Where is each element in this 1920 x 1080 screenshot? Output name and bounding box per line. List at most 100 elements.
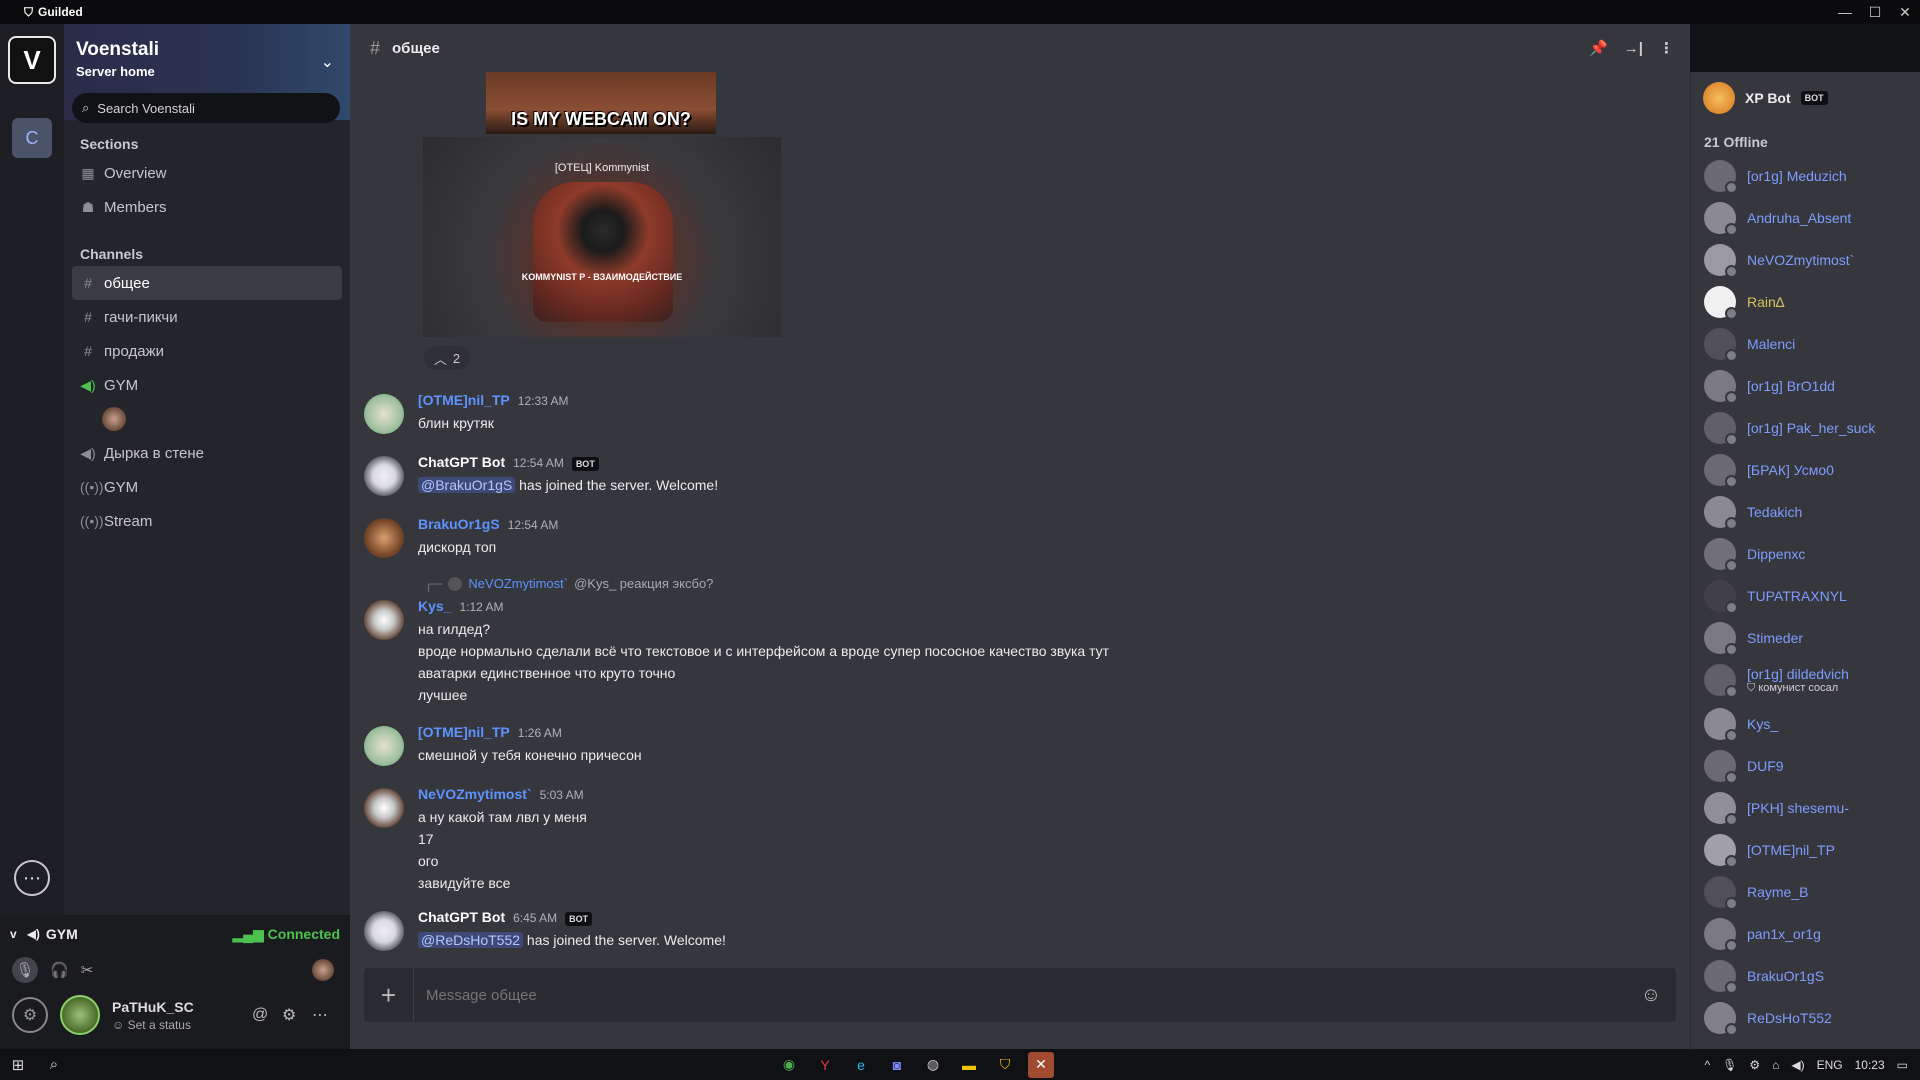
member-row[interactable]: [or1g] Meduzich <box>1704 160 1847 194</box>
network-icon[interactable]: ⌂ <box>1772 1058 1779 1072</box>
steam-icon[interactable]: ◍ <box>920 1052 946 1078</box>
member-row[interactable]: [or1g] Pak_her_suck <box>1704 412 1875 446</box>
game-screenshot[interactable]: [ОТЕЦ] Kommynist KOMMYNIST Р - ВЗАИМОДЕЙ… <box>423 137 781 337</box>
user-avatar[interactable] <box>60 995 100 1035</box>
guilded-icon[interactable]: ⛉ <box>992 1052 1018 1078</box>
reply-author[interactable]: NeVOZmytimost` <box>468 576 568 591</box>
member-row[interactable]: [or1g] dildedvich ⛉ комунист сосал <box>1704 664 1849 698</box>
message-input[interactable] <box>414 968 1626 1022</box>
member-row[interactable]: BrakuOr1gS <box>1704 960 1824 994</box>
language-indicator[interactable]: ENG <box>1817 1058 1843 1072</box>
system-tray: ^ 🎙 ⚙ ⌂ ◀) ENG 10:23 ▭ <box>1704 1049 1908 1080</box>
more-icon[interactable]: ⋯ <box>312 1005 328 1025</box>
windows-start-icon[interactable]: ⊞ <box>0 1056 36 1074</box>
message-author[interactable]: ChatGPT Bot <box>418 909 505 925</box>
screen-share-icon[interactable]: ✂ <box>81 961 94 979</box>
voice-channel-gym[interactable]: ◀) GYM <box>72 368 342 402</box>
message-time: 12:54 AM <box>513 456 564 470</box>
channel-gachi[interactable]: # гачи-пикчи <box>72 300 342 334</box>
collapse-panel-icon[interactable]: →| <box>1624 40 1643 57</box>
member-row[interactable]: [БРАК] Усмо0 <box>1704 454 1834 488</box>
chat-bubble-icon[interactable]: ⋯ <box>14 860 50 896</box>
volume-icon[interactable]: ◀) <box>1791 1058 1804 1072</box>
gear-icon[interactable]: ⚙ <box>282 1005 296 1025</box>
member-row[interactable]: pan1x_or1g <box>1704 918 1821 952</box>
chevron-down-icon[interactable]: v <box>10 927 17 941</box>
channel-prodazhi[interactable]: # продажи <box>72 334 342 368</box>
discord-icon[interactable]: ◙ <box>884 1052 910 1078</box>
voice-user[interactable] <box>102 402 350 436</box>
message-author[interactable]: ChatGPT Bot <box>418 454 505 470</box>
add-attachment-button[interactable]: + <box>364 968 414 1022</box>
message-author[interactable]: [OTME]nil_TP <box>418 724 510 740</box>
mic-icon[interactable]: 🎙 <box>1722 1058 1737 1072</box>
yandex-icon[interactable]: Y <box>812 1052 838 1078</box>
member-row[interactable]: Malenci <box>1704 328 1795 362</box>
message-author[interactable]: NeVOZmytimost` <box>418 786 532 802</box>
server-search[interactable]: ⌕ Search Voenstali <box>72 93 340 123</box>
member-row[interactable]: [OTME]nil_TP <box>1704 834 1835 868</box>
message-author[interactable]: [OTME]nil_TP <box>418 392 510 408</box>
message-author[interactable]: BrakuOr1gS <box>418 516 500 532</box>
app-icon[interactable]: ✕ <box>1028 1051 1054 1078</box>
member-row[interactable]: Dippenxc <box>1704 538 1805 572</box>
close-button[interactable]: ✕ <box>1890 0 1920 24</box>
emoji-icon[interactable]: ☺ <box>1626 984 1676 1007</box>
headphones-icon[interactable]: 🎧 <box>50 961 69 979</box>
set-status-link[interactable]: ☺ Set a status <box>112 1018 194 1032</box>
member-row[interactable]: DUF9 <box>1704 750 1784 784</box>
member-row[interactable]: Kys_ <box>1704 708 1778 742</box>
voice-channel-dyrka[interactable]: ◀) Дырка в стене <box>72 436 342 470</box>
server-icon-c[interactable]: C <box>12 118 52 158</box>
member-row[interactable]: NeVOZmytimost` <box>1704 244 1854 278</box>
stream-channel-stream[interactable]: ((•)) Stream <box>72 504 342 538</box>
pin-icon[interactable]: 📌 <box>1589 39 1608 57</box>
minimize-button[interactable]: — <box>1830 0 1860 24</box>
sidebar-item-overview[interactable]: ▦ Overview <box>72 156 342 190</box>
reply-text: @Kys_ реакция эксбо? <box>574 576 714 591</box>
mute-mic-icon[interactable]: 🎙 <box>12 957 38 983</box>
avatar[interactable] <box>364 911 404 951</box>
meme-image[interactable]: IS MY WEBCAM ON? <box>486 72 716 134</box>
edge-icon[interactable]: e <box>848 1052 874 1078</box>
member-row[interactable]: [PKH] shesemu- <box>1704 792 1849 826</box>
avatar[interactable] <box>364 394 404 434</box>
search-icon[interactable]: ⌕ <box>36 1056 72 1073</box>
user-mention[interactable]: @ReDsHoT552 <box>418 932 524 948</box>
clock[interactable]: 10:23 <box>1855 1058 1885 1072</box>
folder-icon[interactable]: ▬ <box>956 1052 982 1078</box>
notification-icon[interactable]: ▭ <box>1897 1058 1908 1072</box>
chrome-icon[interactable]: ◉ <box>776 1052 802 1078</box>
settings-gear-icon[interactable]: ⚙ <box>12 997 48 1033</box>
member-xp-bot[interactable]: XP Bot BOT <box>1703 82 1828 114</box>
member-row[interactable]: Stimeder <box>1704 622 1803 656</box>
member-row[interactable]: Tedakich <box>1704 496 1802 530</box>
chevron-up-icon[interactable]: ^ <box>1704 1058 1710 1072</box>
server-name: Voenstali <box>76 39 160 60</box>
avatar[interactable] <box>364 788 404 828</box>
reaction-button[interactable]: ︿ 2 <box>424 346 470 370</box>
server-header[interactable]: Voenstali Server home ⌄ ⌕ Search Voensta… <box>64 24 350 123</box>
reply-preview[interactable]: ┌─ NeVOZmytimost` @Kys_ реакция эксбо? <box>424 576 713 591</box>
message-author[interactable]: Kys_ <box>418 598 451 614</box>
chevron-down-icon[interactable]: ⌄ <box>321 52 334 72</box>
stream-channel-gym[interactable]: ((•)) GYM <box>72 470 342 504</box>
member-row[interactable]: Andruha_Absent <box>1704 202 1851 236</box>
more-vertical-icon[interactable]: ⋮ <box>1659 39 1674 57</box>
avatar[interactable] <box>364 456 404 496</box>
server-icon-voenstali[interactable]: V <box>8 36 56 84</box>
settings-gear-icon[interactable]: ⚙ <box>1749 1058 1760 1072</box>
member-row[interactable]: Rayme_B <box>1704 876 1808 910</box>
avatar[interactable] <box>364 518 404 558</box>
member-row[interactable]: Rain∆ <box>1704 286 1784 320</box>
user-mention[interactable]: @BrakuOr1gS <box>418 477 516 493</box>
member-row[interactable]: ReDsHoT552 <box>1704 1002 1832 1036</box>
avatar[interactable] <box>364 726 404 766</box>
avatar[interactable] <box>364 600 404 640</box>
mention-icon[interactable]: @ <box>252 1006 268 1024</box>
channel-obshee[interactable]: # общее <box>72 266 342 300</box>
sidebar-item-members[interactable]: ☗ Members <box>72 190 342 224</box>
member-row[interactable]: [or1g] BrO1dd <box>1704 370 1835 404</box>
member-row[interactable]: TUPATRAXNYL <box>1704 580 1847 614</box>
maximize-button[interactable]: ☐ <box>1860 0 1890 24</box>
